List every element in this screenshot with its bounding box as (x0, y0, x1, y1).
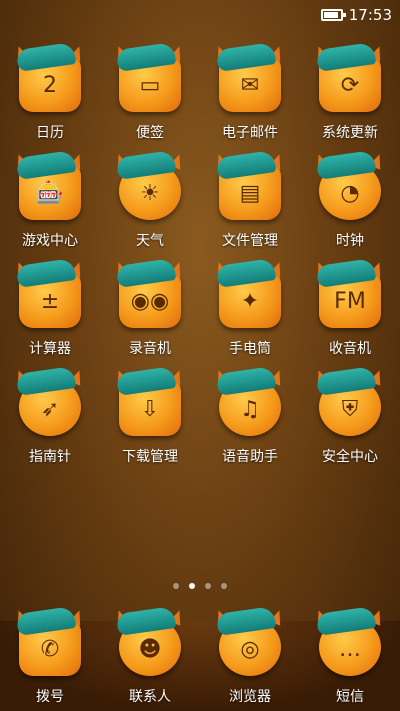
email-icon: ✉ (212, 42, 287, 118)
app-label: 时钟 (336, 233, 364, 249)
app-label: 游戏中心 (22, 233, 78, 249)
page-dot[interactable] (173, 583, 179, 589)
app-label: 手电筒 (229, 341, 271, 357)
app-clock[interactable]: ◔ 时钟 (300, 150, 400, 260)
app-game-center[interactable]: 🎰 游戏中心 (0, 150, 100, 260)
app-security-center[interactable]: ⛨ 安全中心 (300, 366, 400, 476)
app-label: 浏览器 (229, 689, 271, 705)
note-icon: ▭ (112, 42, 187, 118)
calendar-icon: 2 (12, 42, 87, 118)
app-compass[interactable]: ➶ 指南针 (0, 366, 100, 476)
dock: ✆ 拨号 ☻ 联系人 ◎ 浏览器 … 短信 (0, 606, 400, 706)
game-center-icon: 🎰 (12, 150, 87, 226)
app-label: 日历 (36, 125, 64, 141)
dialer-icon: ✆ (12, 606, 87, 682)
radio-icon: FM (312, 258, 387, 334)
app-label: 录音机 (129, 341, 171, 357)
app-calendar[interactable]: 2 日历 (0, 42, 100, 152)
app-label: 短信 (336, 689, 364, 705)
app-note[interactable]: ▭ 便签 (100, 42, 200, 152)
page-indicator (0, 583, 400, 589)
status-bar: 17:53 (0, 0, 400, 30)
app-label: 计算器 (29, 341, 71, 357)
app-label: 电子邮件 (222, 125, 278, 141)
page-dot[interactable] (205, 583, 211, 589)
download-manager-icon: ⇩ (112, 366, 187, 442)
app-radio[interactable]: FM 收音机 (300, 258, 400, 368)
file-manager-icon: ▤ (212, 150, 287, 226)
app-label: 下载管理 (122, 449, 178, 465)
app-contacts[interactable]: ☻ 联系人 (100, 606, 200, 706)
compass-icon: ➶ (12, 366, 87, 442)
app-messages[interactable]: … 短信 (300, 606, 400, 706)
app-dialer[interactable]: ✆ 拨号 (0, 606, 100, 706)
app-system-update[interactable]: ⟳ 系统更新 (300, 42, 400, 152)
app-label: 系统更新 (322, 125, 378, 141)
app-label: 指南针 (29, 449, 71, 465)
page-dot[interactable] (221, 583, 227, 589)
browser-icon: ◎ (212, 606, 287, 682)
clock-icon: ◔ (312, 150, 387, 226)
system-update-icon: ⟳ (312, 42, 387, 118)
security-center-icon: ⛨ (312, 366, 387, 442)
app-voice-assistant[interactable]: ♫ 语音助手 (200, 366, 300, 476)
app-label: 收音机 (329, 341, 371, 357)
flashlight-icon: ✦ (212, 258, 287, 334)
messages-icon: … (312, 606, 387, 682)
app-label: 联系人 (129, 689, 171, 705)
app-email[interactable]: ✉ 电子邮件 (200, 42, 300, 152)
app-grid: 2 日历 ▭ 便签 ✉ 电子邮件 ⟳ 系统更新 🎰 游戏中心 ☀ 天气 ▤ 文件管理 ◔ 时钟 ± 计算器 ◉◉ 录音… (0, 42, 400, 476)
app-label: 拨号 (36, 689, 64, 705)
voice-assistant-icon: ♫ (212, 366, 287, 442)
app-download-manager[interactable]: ⇩ 下载管理 (100, 366, 200, 476)
page-dot[interactable] (189, 583, 195, 589)
app-label: 文件管理 (222, 233, 278, 249)
calculator-icon: ± (12, 258, 87, 334)
weather-icon: ☀ (112, 150, 187, 226)
contacts-icon: ☻ (112, 606, 187, 682)
app-label: 天气 (136, 233, 164, 249)
app-browser[interactable]: ◎ 浏览器 (200, 606, 300, 706)
app-label: 语音助手 (222, 449, 278, 465)
app-label: 便签 (136, 125, 164, 141)
app-flashlight[interactable]: ✦ 手电筒 (200, 258, 300, 368)
app-label: 安全中心 (322, 449, 378, 465)
app-calculator[interactable]: ± 计算器 (0, 258, 100, 368)
app-file-manager[interactable]: ▤ 文件管理 (200, 150, 300, 260)
status-time: 17:53 (348, 6, 392, 24)
battery-icon (320, 9, 346, 21)
app-recorder[interactable]: ◉◉ 录音机 (100, 258, 200, 368)
app-weather[interactable]: ☀ 天气 (100, 150, 200, 260)
recorder-icon: ◉◉ (112, 258, 187, 334)
